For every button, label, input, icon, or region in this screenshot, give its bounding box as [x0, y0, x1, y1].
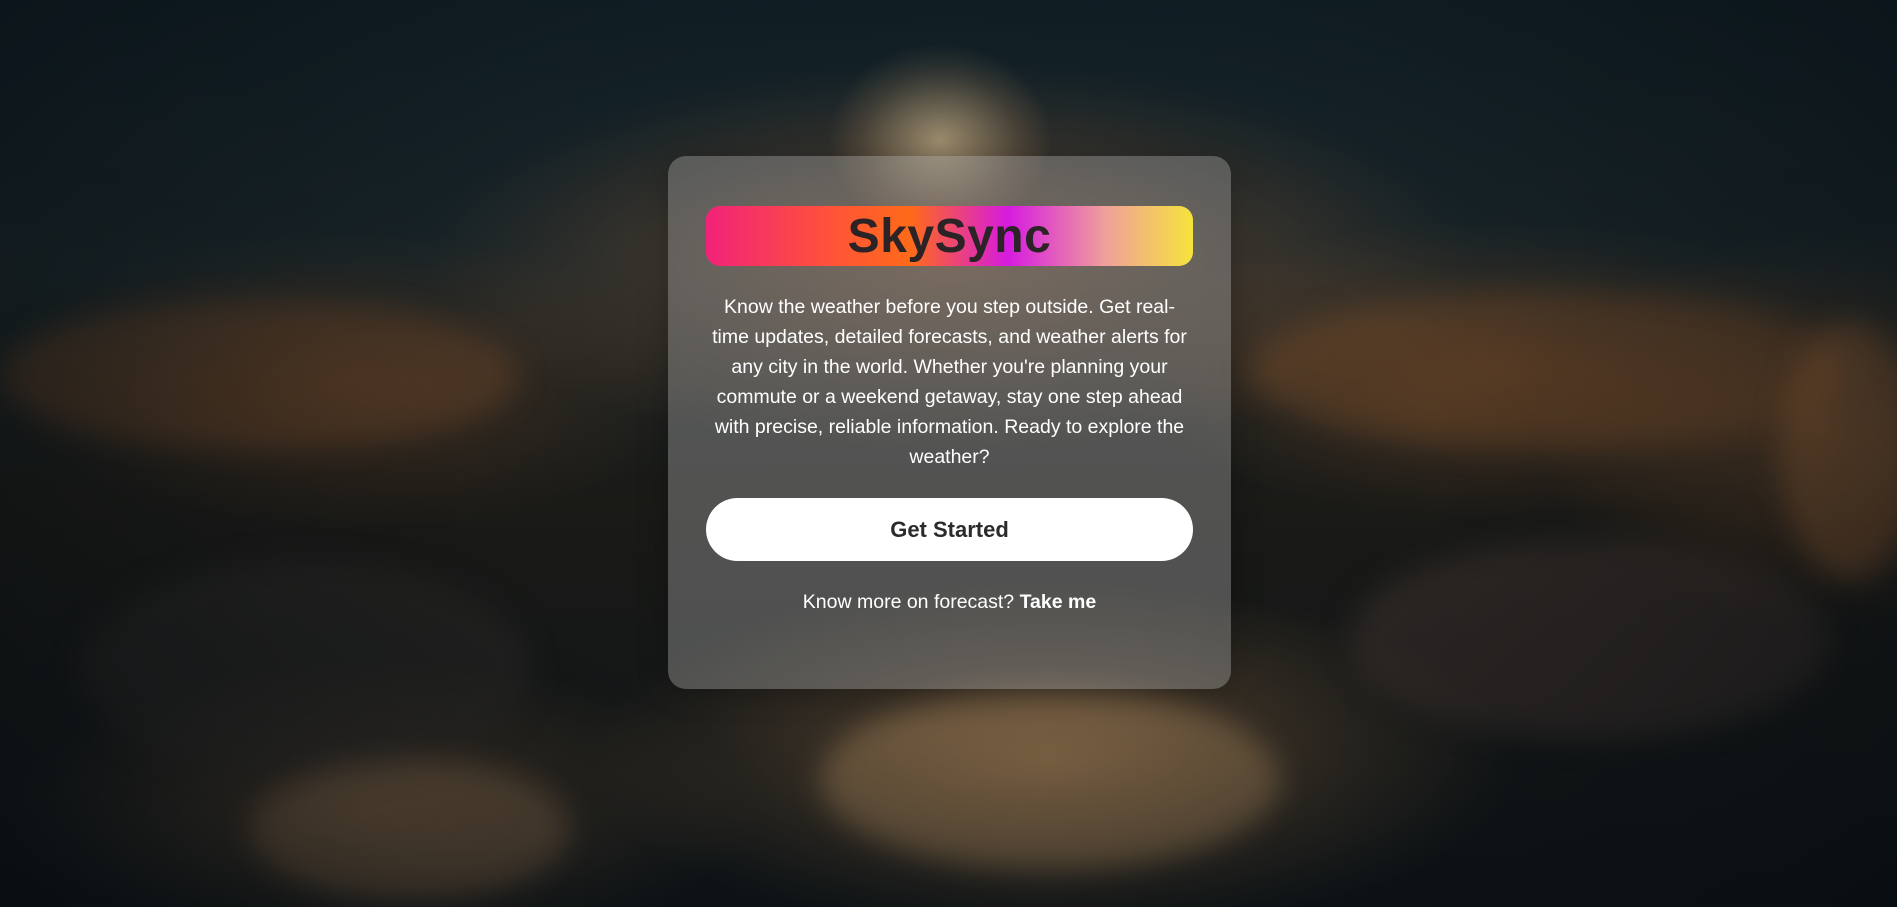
forecast-prompt-text: Know more on forecast?	[802, 591, 1015, 613]
logo-banner: SkySync	[706, 206, 1193, 266]
app-description: Know the weather before you step outside…	[712, 296, 1187, 468]
app-title: SkySync	[847, 209, 1052, 263]
get-started-button[interactable]: Get Started	[706, 498, 1193, 561]
forecast-prompt: Know more on forecast? Take me	[706, 591, 1193, 614]
welcome-card: SkySync Know the weather before you step…	[668, 156, 1231, 689]
take-me-link[interactable]: Take me	[1020, 591, 1097, 613]
